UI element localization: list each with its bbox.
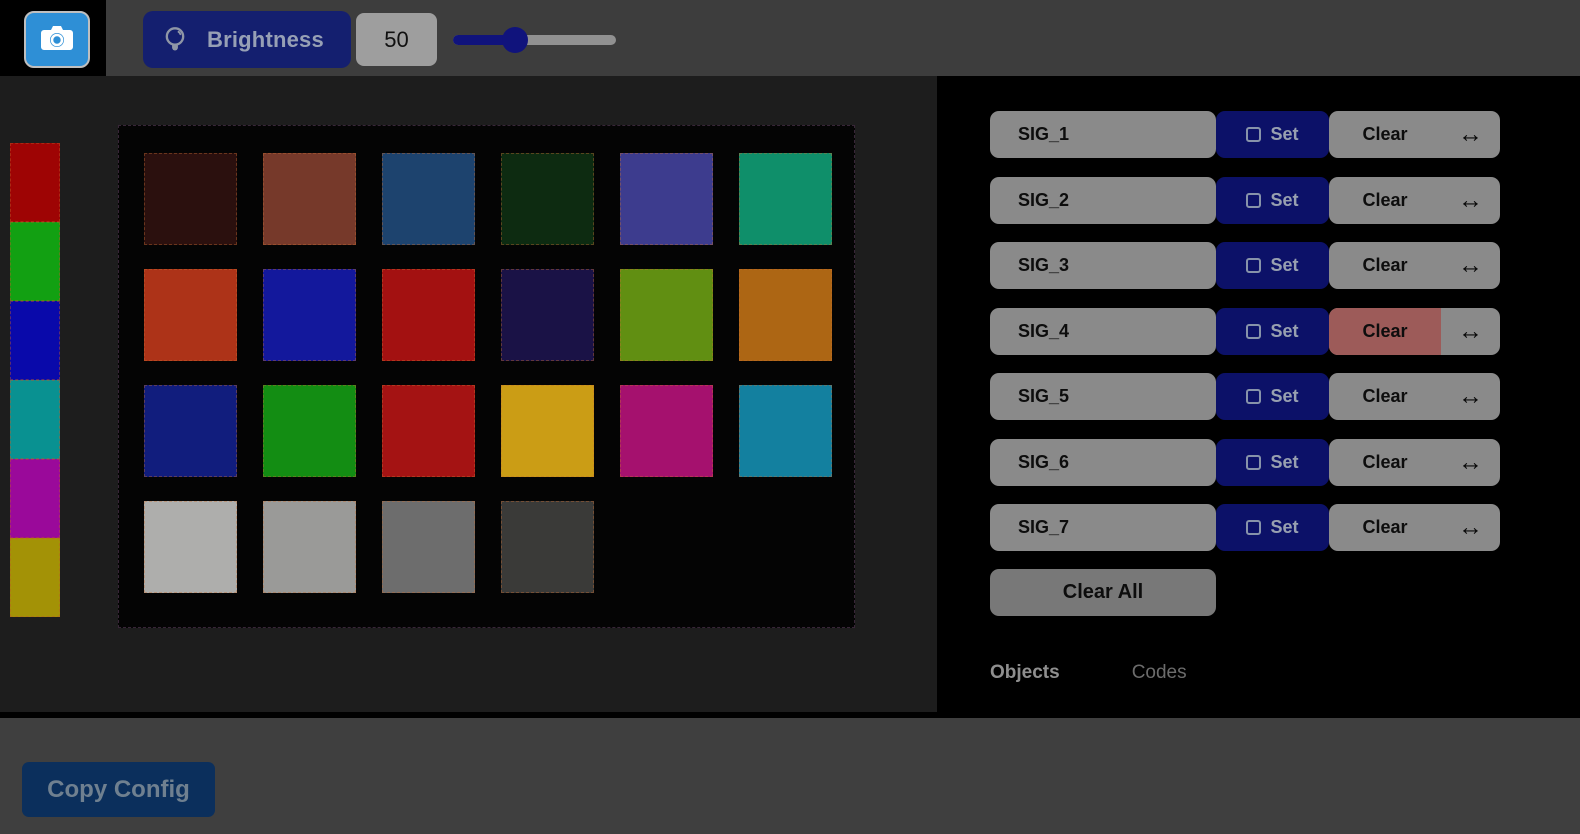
- clear-button[interactable]: Clear: [1329, 242, 1441, 289]
- signal-name-field[interactable]: SIG_4: [990, 308, 1216, 355]
- clear-group: Clear ↔: [1329, 504, 1500, 551]
- strip-color-cell: [10, 222, 60, 301]
- color-patch: [382, 269, 475, 361]
- panel-tabs: Objects Codes: [990, 662, 1187, 684]
- color-patch: [620, 269, 713, 361]
- tab-codes[interactable]: Codes: [1132, 662, 1187, 684]
- lightbulb-icon: [161, 24, 189, 56]
- set-button[interactable]: Set: [1216, 308, 1329, 355]
- toolbar: Brightness 50: [0, 0, 1580, 76]
- strip-color-cell: [10, 380, 60, 459]
- color-patch: [144, 153, 237, 245]
- strip-color-cell: [10, 301, 60, 380]
- camera-capture-button[interactable]: [24, 11, 90, 68]
- color-patch: [263, 153, 356, 245]
- signal-name-field[interactable]: SIG_2: [990, 177, 1216, 224]
- color-patch: [144, 269, 237, 361]
- set-button[interactable]: Set: [1216, 111, 1329, 158]
- camera-block: [0, 0, 106, 82]
- clear-button[interactable]: Clear: [1329, 439, 1441, 486]
- checkbox-icon: [1246, 324, 1261, 339]
- color-patch: [263, 385, 356, 477]
- slider-thumb[interactable]: [502, 27, 528, 53]
- signal-name-field[interactable]: SIG_1: [990, 111, 1216, 158]
- clear-button[interactable]: Clear: [1329, 308, 1441, 355]
- color-patch: [501, 385, 594, 477]
- color-checker-board: [118, 125, 855, 628]
- swap-arrow-icon[interactable]: ↔: [1441, 373, 1500, 420]
- signal-row: SIG_2 Set Clear ↔: [990, 177, 1500, 224]
- signal-row: SIG_4 Set Clear ↔: [990, 308, 1500, 355]
- brightness-slider[interactable]: [453, 27, 616, 53]
- signal-row: SIG_1 Set Clear ↔: [990, 111, 1500, 158]
- swap-arrow-icon[interactable]: ↔: [1441, 439, 1500, 486]
- color-patch: [263, 501, 356, 593]
- reference-color-strip: [10, 143, 60, 617]
- checkbox-icon: [1246, 127, 1261, 142]
- color-patch: [739, 385, 832, 477]
- swap-arrow-icon[interactable]: ↔: [1441, 242, 1500, 289]
- clear-all-button[interactable]: Clear All: [990, 569, 1216, 616]
- clear-group: Clear ↔: [1329, 373, 1500, 420]
- checkbox-icon: [1246, 389, 1261, 404]
- clear-group: Clear ↔: [1329, 242, 1500, 289]
- signal-row: SIG_3 Set Clear ↔: [990, 242, 1500, 289]
- brightness-button[interactable]: Brightness: [143, 11, 351, 68]
- checkbox-icon: [1246, 455, 1261, 470]
- strip-color-cell: [10, 538, 60, 617]
- clear-group: Clear ↔: [1329, 308, 1500, 355]
- color-patch: [144, 501, 237, 593]
- brightness-label: Brightness: [207, 27, 324, 53]
- color-patch: [620, 153, 713, 245]
- color-patch: [382, 501, 475, 593]
- camera-view[interactable]: [0, 76, 937, 712]
- strip-color-cell: [10, 459, 60, 538]
- checkbox-icon: [1246, 258, 1261, 273]
- clear-group: Clear ↔: [1329, 111, 1500, 158]
- empty-patch-slot: [739, 501, 832, 593]
- swap-arrow-icon[interactable]: ↔: [1441, 308, 1500, 355]
- set-button[interactable]: Set: [1216, 177, 1329, 224]
- color-patch: [382, 385, 475, 477]
- signal-name-field[interactable]: SIG_6: [990, 439, 1216, 486]
- color-patch: [501, 269, 594, 361]
- clear-button[interactable]: Clear: [1329, 504, 1441, 551]
- signal-name-field[interactable]: SIG_3: [990, 242, 1216, 289]
- clear-button[interactable]: Clear: [1329, 111, 1441, 158]
- color-patch: [739, 153, 832, 245]
- swap-arrow-icon[interactable]: ↔: [1441, 504, 1500, 551]
- color-patch: [501, 153, 594, 245]
- signal-name-field[interactable]: SIG_7: [990, 504, 1216, 551]
- color-patch: [501, 501, 594, 593]
- swap-arrow-icon[interactable]: ↔: [1441, 177, 1500, 224]
- color-patch: [382, 153, 475, 245]
- set-button[interactable]: Set: [1216, 242, 1329, 289]
- copy-config-button[interactable]: Copy Config: [22, 762, 215, 817]
- camera-icon: [38, 23, 76, 57]
- checkbox-icon: [1246, 520, 1261, 535]
- signal-row: SIG_6 Set Clear ↔: [990, 439, 1500, 486]
- signal-row: SIG_5 Set Clear ↔: [990, 373, 1500, 420]
- empty-patch-slot: [620, 501, 713, 593]
- swap-arrow-icon[interactable]: ↔: [1441, 111, 1500, 158]
- set-button[interactable]: Set: [1216, 373, 1329, 420]
- clear-group: Clear ↔: [1329, 177, 1500, 224]
- clear-button[interactable]: Clear: [1329, 373, 1441, 420]
- color-patch: [144, 385, 237, 477]
- tab-objects[interactable]: Objects: [990, 662, 1060, 684]
- strip-color-cell: [10, 143, 60, 222]
- checkbox-icon: [1246, 193, 1261, 208]
- signal-row: SIG_7 Set Clear ↔: [990, 504, 1500, 551]
- color-patch: [739, 269, 832, 361]
- color-patch: [263, 269, 356, 361]
- set-button[interactable]: Set: [1216, 504, 1329, 551]
- set-button[interactable]: Set: [1216, 439, 1329, 486]
- footer-bar: Copy Config: [0, 718, 1580, 834]
- signals-panel: SIG_1 Set Clear ↔ SIG_2 Set Clear ↔ SIG_…: [937, 76, 1580, 712]
- clear-button[interactable]: Clear: [1329, 177, 1441, 224]
- color-patch: [620, 385, 713, 477]
- signal-name-field[interactable]: SIG_5: [990, 373, 1216, 420]
- clear-group: Clear ↔: [1329, 439, 1500, 486]
- brightness-value-field[interactable]: 50: [356, 13, 437, 66]
